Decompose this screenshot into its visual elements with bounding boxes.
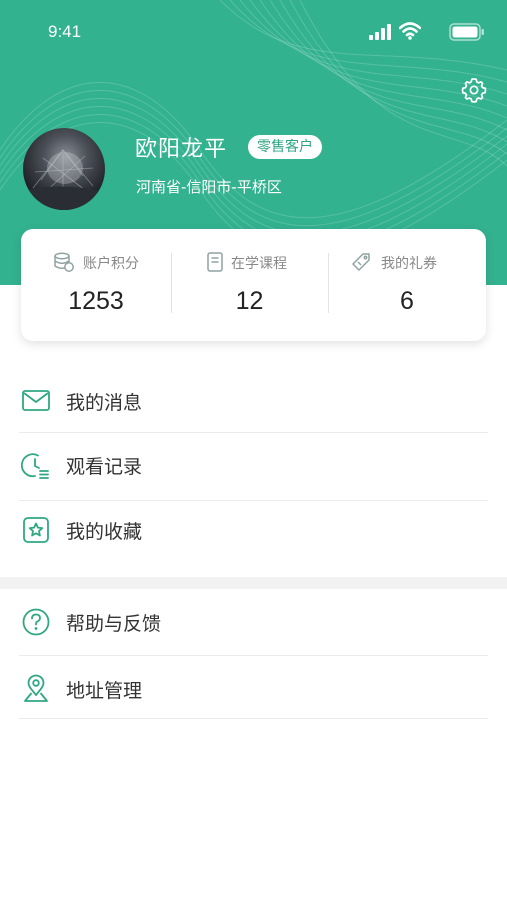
section-divider xyxy=(0,577,507,589)
stat-courses-value: 12 xyxy=(235,287,264,315)
avatar[interactable] xyxy=(23,128,105,210)
status-time: 9:41 xyxy=(48,22,82,41)
status-bar: 9:41 xyxy=(0,0,507,66)
stat-coupons-header: 我的礼券 xyxy=(328,251,486,275)
menu-item-address-management[interactable]: 地址管理 xyxy=(19,656,488,720)
user-name: 欧阳龙平 xyxy=(135,137,228,162)
stat-points[interactable]: 账户积分 1253 xyxy=(21,229,171,341)
menu-item-watch-history[interactable]: 观看记录 xyxy=(19,432,488,496)
envelope-icon xyxy=(22,390,50,411)
star-icon xyxy=(23,517,49,543)
stat-courses-label: 在学课程 xyxy=(231,256,287,272)
stat-courses-header: 在学课程 xyxy=(171,251,328,275)
signal-icon xyxy=(369,24,391,40)
customer-type-badge: 零售客户 xyxy=(248,135,322,159)
menu-item-messages[interactable]: 我的消息 xyxy=(19,368,488,432)
stat-coupons[interactable]: 我的礼券 6 xyxy=(328,229,486,341)
menu-item-label: 观看记录 xyxy=(66,456,143,478)
menu-item-help-feedback[interactable]: 帮助与反馈 xyxy=(19,589,488,653)
stat-courses[interactable]: 在学课程 12 xyxy=(171,229,328,341)
help-icon xyxy=(22,608,50,636)
course-book-icon xyxy=(207,252,223,272)
battery-icon xyxy=(449,23,484,41)
stat-points-label: 账户积分 xyxy=(83,256,139,272)
stat-points-value: 1253 xyxy=(68,287,124,315)
coins-icon xyxy=(54,252,74,272)
location-pin-icon xyxy=(24,674,48,702)
settings-gear-icon[interactable] xyxy=(461,77,487,103)
menu-item-label: 地址管理 xyxy=(66,680,143,702)
wifi-icon xyxy=(399,22,421,40)
history-clock-icon xyxy=(21,453,49,479)
status-icons xyxy=(355,22,485,42)
coupon-icon xyxy=(352,253,370,271)
user-address: 河南省-信阳市-平桥区 xyxy=(136,178,282,196)
menu-item-label: 我的消息 xyxy=(66,392,143,414)
stat-coupons-label: 我的礼券 xyxy=(381,256,437,272)
stat-coupons-value: 6 xyxy=(400,287,414,315)
menu-divider xyxy=(19,718,488,719)
stat-points-header: 账户积分 xyxy=(21,251,171,275)
menu-item-favorites[interactable]: 我的收藏 xyxy=(19,497,488,561)
menu-item-label: 帮助与反馈 xyxy=(66,613,162,635)
avatar-image xyxy=(23,149,105,210)
stats-card: 账户积分 1253 在学课程 12 我的礼券 6 xyxy=(21,229,486,341)
menu-item-label: 我的收藏 xyxy=(66,521,143,543)
